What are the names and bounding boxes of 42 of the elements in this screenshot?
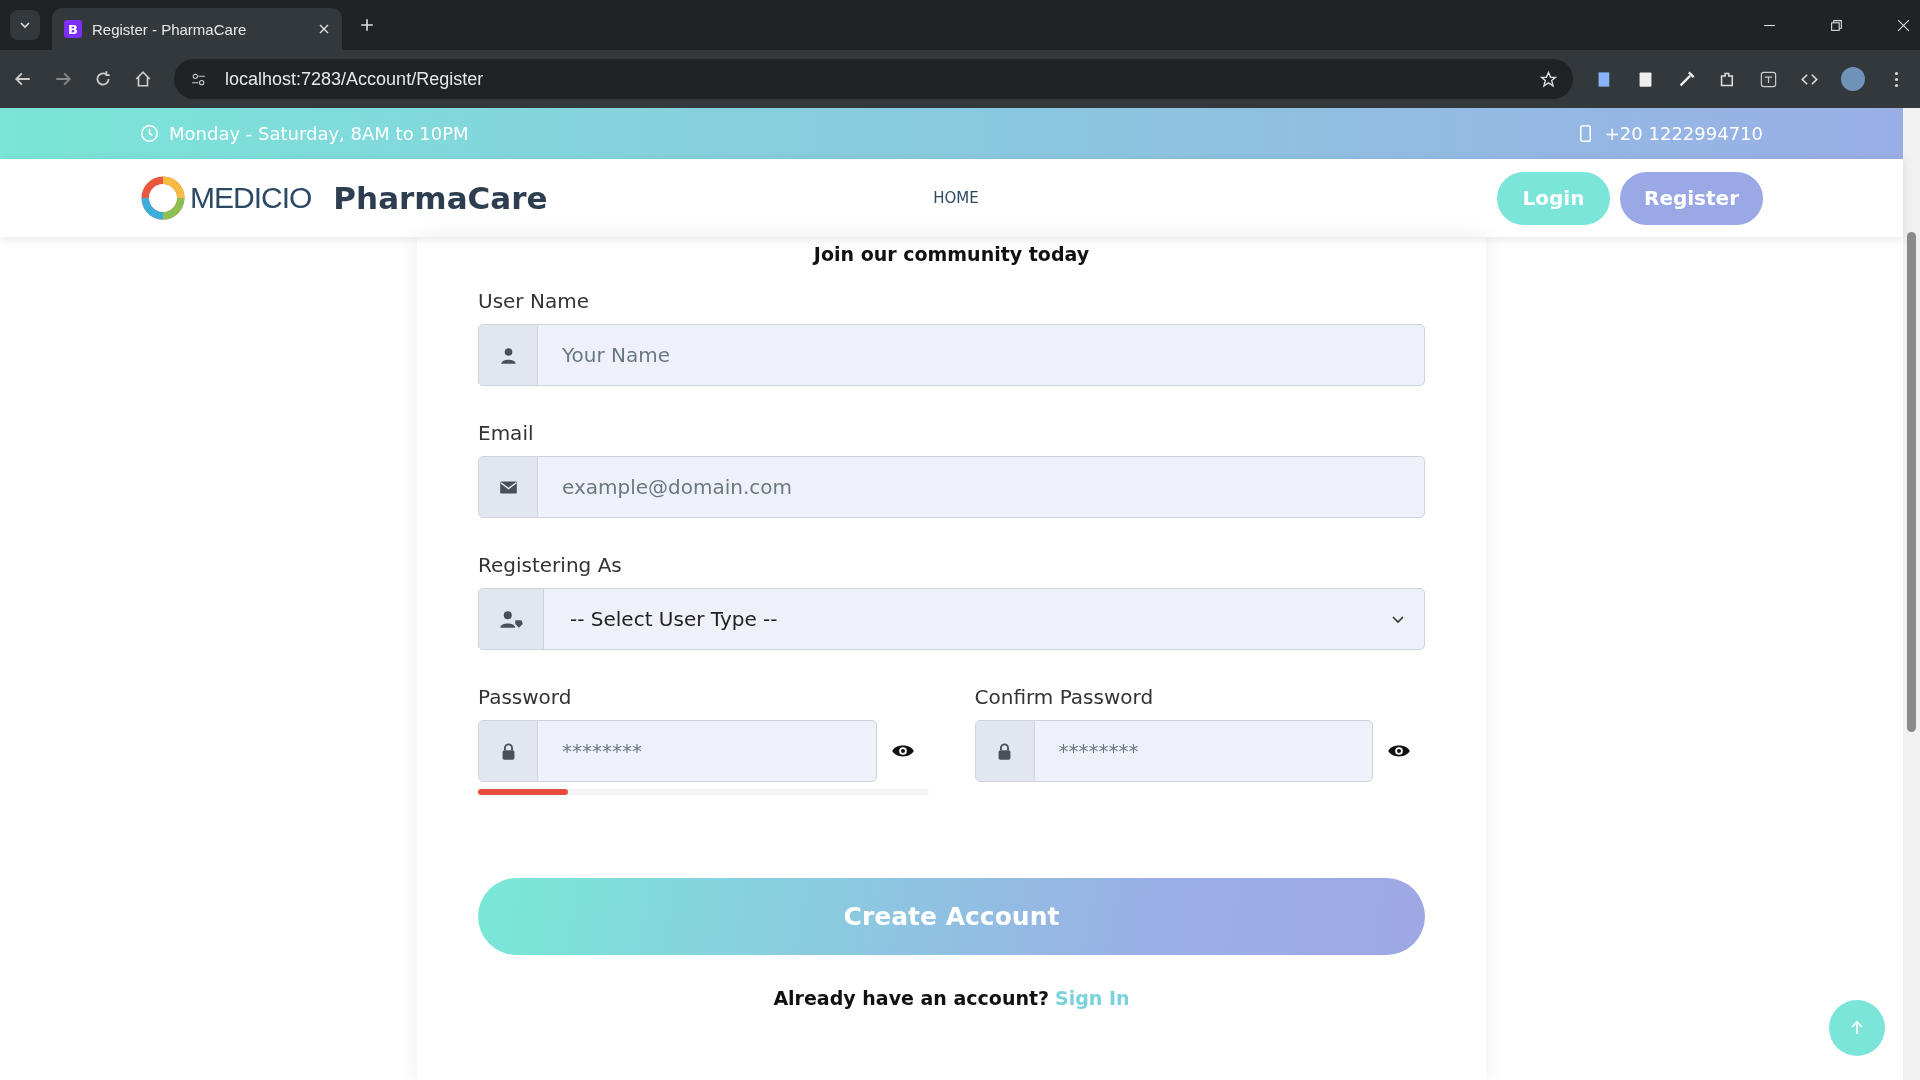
browser-tab[interactable]: B Register - PharmaCare <box>52 8 342 50</box>
home-icon[interactable] <box>134 70 152 88</box>
nav-link[interactable]: HOME <box>933 189 979 207</box>
close-icon[interactable] <box>1897 18 1910 32</box>
field-label: Password <box>478 685 573 709</box>
brand-name[interactable]: PharmaCare <box>333 180 548 216</box>
restore-icon[interactable] <box>1830 18 1843 32</box>
field-label: User Name <box>478 289 590 313</box>
user-tag-icon <box>498 609 524 629</box>
field-label: Email <box>478 421 535 445</box>
close-icon[interactable] <box>318 23 330 35</box>
phone-number: +20 1222994710 <box>1604 123 1763 144</box>
forward-arrow-icon[interactable] <box>54 70 72 88</box>
back-arrow-icon[interactable] <box>14 70 32 88</box>
plus-icon[interactable] <box>360 18 374 32</box>
clock-icon <box>140 124 159 143</box>
form-subtitle: Join our community today <box>811 243 1091 265</box>
confirm-password-field[interactable]: ******** <box>974 720 1373 782</box>
password-field[interactable]: ******** <box>478 720 877 782</box>
tab-list-button[interactable] <box>10 10 40 40</box>
reload-icon[interactable] <box>94 70 112 88</box>
pen-icon[interactable] <box>1677 69 1696 89</box>
ring-logo-icon <box>140 175 186 221</box>
arrow-up-icon <box>1849 1020 1865 1036</box>
star-icon[interactable] <box>1540 70 1557 88</box>
signin-prompt: Already have an account? <box>773 987 1050 1009</box>
scrollbar-thumb[interactable] <box>1907 232 1916 732</box>
confirm-password-input[interactable]: ******** <box>1034 721 1372 781</box>
url-text: localhost:7283/Account/Register <box>225 68 484 90</box>
tab-favicon: B <box>64 20 82 38</box>
opening-hours: Monday - Saturday, 8AM to 10PM <box>169 123 469 144</box>
logo-text[interactable]: MEDICIO <box>190 181 312 215</box>
tab-title: Register - PharmaCare <box>92 20 248 38</box>
password-input[interactable]: ******** <box>538 721 876 781</box>
address-bar[interactable]: localhost:7283/Account/Register <box>174 59 1573 99</box>
chevron-down-icon <box>19 19 31 31</box>
profile-avatar[interactable] <box>1841 67 1865 91</box>
field-label: Registering As <box>478 553 623 577</box>
field-label: Confirm Password <box>974 685 1155 709</box>
scrollbar[interactable] <box>1903 108 1920 1080</box>
user-icon <box>498 345 518 365</box>
translate-icon[interactable] <box>1759 69 1778 89</box>
